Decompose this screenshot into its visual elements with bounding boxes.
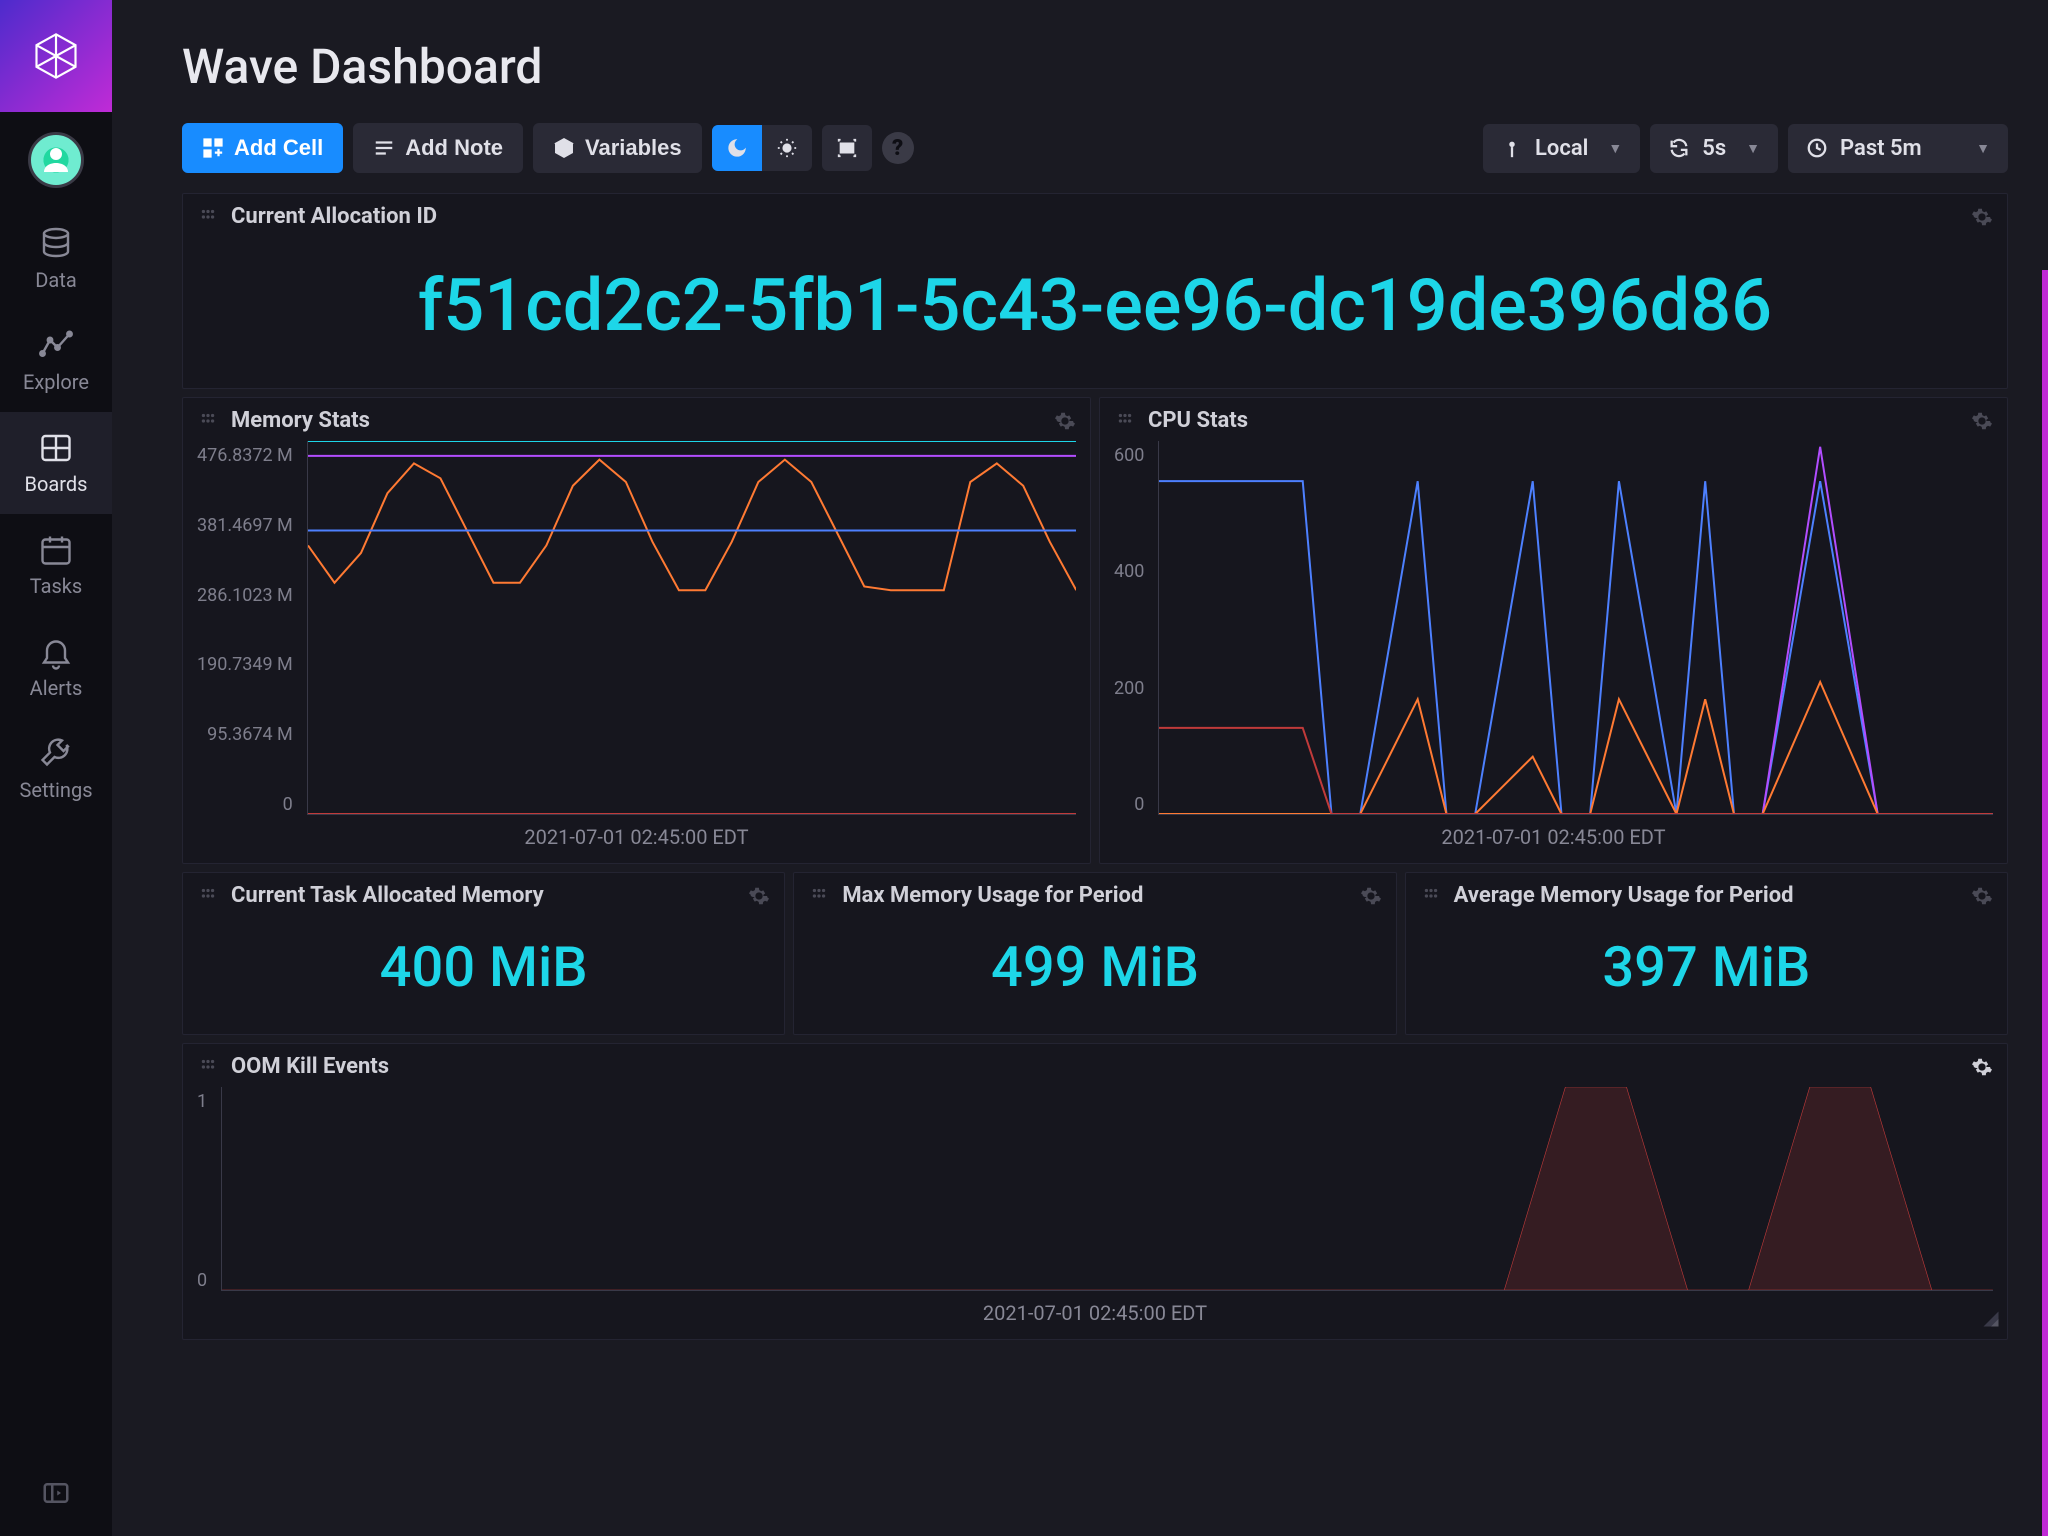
- dark-mode-button[interactable]: [712, 125, 762, 171]
- xaxis-label: 2021-07-01 02:45:00 EDT: [183, 1297, 2007, 1339]
- cell-title: Current Task Allocated Memory: [231, 883, 544, 908]
- cell-cpu-stats: CPU Stats 6004002000 2021-07-01 02:45:00…: [1099, 397, 2008, 864]
- allocation-id-value: f51cd2c2-5fb1-5c43-ee96-dc19de396d86: [183, 237, 2007, 388]
- cell-title: Current Allocation ID: [231, 204, 437, 229]
- cell-allocation-id: Current Allocation ID f51cd2c2-5fb1-5c43…: [182, 193, 2008, 389]
- memory-stats-chart[interactable]: [307, 441, 1076, 815]
- cell-memory-stats: Memory Stats 476.8372 M381.4697 M286.102…: [182, 397, 1091, 864]
- variables-button[interactable]: Variables: [533, 123, 702, 173]
- refresh-dropdown[interactable]: 5s ▼: [1650, 124, 1778, 173]
- drag-handle-icon[interactable]: [197, 1056, 219, 1078]
- cell-title: Max Memory Usage for Period: [842, 883, 1143, 908]
- cell-title: Average Memory Usage for Period: [1454, 883, 1794, 908]
- cell-settings-button[interactable]: [1360, 885, 1382, 907]
- xaxis-label: 2021-07-01 02:45:00 EDT: [183, 821, 1090, 863]
- cell-title: OOM Kill Events: [231, 1054, 389, 1079]
- cell-settings-button[interactable]: [748, 885, 770, 907]
- drag-handle-icon[interactable]: [1420, 885, 1442, 907]
- cell-title: Memory Stats: [231, 408, 370, 433]
- cell-max-memory: Max Memory Usage for Period 499 MiB: [793, 872, 1396, 1035]
- sidebar-item-label: Alerts: [30, 676, 83, 700]
- chevron-down-icon: ▼: [1608, 140, 1622, 157]
- cell-title: CPU Stats: [1148, 408, 1248, 433]
- sidebar-item-boards[interactable]: Boards: [0, 412, 112, 514]
- yaxis-labels: 476.8372 M381.4697 M286.1023 M190.7349 M…: [197, 441, 299, 815]
- drag-handle-icon[interactable]: [197, 206, 219, 228]
- sidebar: Data Explore Boards Tasks Alerts Setting…: [0, 0, 112, 1536]
- drag-handle-icon[interactable]: [197, 410, 219, 432]
- cell-settings-button[interactable]: [1971, 885, 1993, 907]
- main: Wave Dashboard Add Cell Add Note Variabl…: [112, 0, 2048, 1536]
- sidebar-item-explore[interactable]: Explore: [0, 310, 112, 412]
- chevron-down-icon: ▼: [1976, 140, 1990, 157]
- resize-handle-icon[interactable]: [1971, 1299, 2001, 1333]
- sidebar-item-data[interactable]: Data: [0, 208, 112, 310]
- timerange-label: Past 5m: [1840, 136, 1922, 161]
- app-logo[interactable]: [0, 0, 112, 112]
- light-mode-button[interactable]: [762, 125, 812, 171]
- add-cell-button[interactable]: Add Cell: [182, 123, 343, 173]
- dashboard-grid: Current Allocation ID f51cd2c2-5fb1-5c43…: [182, 193, 2048, 1340]
- cell-settings-button[interactable]: [1971, 206, 1993, 228]
- add-note-button[interactable]: Add Note: [353, 123, 523, 173]
- source-dropdown[interactable]: Local ▼: [1483, 124, 1640, 173]
- avatar[interactable]: [28, 132, 84, 188]
- sidebar-item-tasks[interactable]: Tasks: [0, 514, 112, 616]
- cell-oom-events: OOM Kill Events 10 2021-07-01 02:45:00 E…: [182, 1043, 2008, 1340]
- drag-handle-icon[interactable]: [1114, 410, 1136, 432]
- sidebar-item-label: Tasks: [30, 574, 83, 598]
- page-title: Wave Dashboard: [182, 0, 2048, 123]
- stat-value: 400 MiB: [183, 916, 784, 1034]
- timerange-dropdown[interactable]: Past 5m ▼: [1788, 124, 2008, 173]
- cell-settings-button[interactable]: [1054, 410, 1076, 432]
- drag-handle-icon[interactable]: [808, 885, 830, 907]
- variables-label: Variables: [585, 135, 682, 161]
- chevron-down-icon: ▼: [1746, 140, 1760, 157]
- refresh-label: 5s: [1702, 136, 1726, 161]
- help-button[interactable]: ?: [882, 132, 914, 164]
- cell-settings-button[interactable]: [1971, 410, 1993, 432]
- cpu-stats-chart[interactable]: [1158, 441, 1993, 815]
- sidebar-item-alerts[interactable]: Alerts: [0, 616, 112, 718]
- cell-settings-button[interactable]: [1971, 1056, 1993, 1078]
- sidebar-item-label: Boards: [25, 472, 88, 496]
- sidebar-item-settings[interactable]: Settings: [0, 718, 112, 820]
- stat-value: 397 MiB: [1406, 916, 2007, 1034]
- theme-toggle: [712, 125, 812, 171]
- yaxis-labels: 6004002000: [1114, 441, 1150, 815]
- sidebar-item-label: Explore: [23, 370, 89, 394]
- xaxis-label: 2021-07-01 02:45:00 EDT: [1100, 821, 2007, 863]
- sidebar-collapse-button[interactable]: [41, 1454, 71, 1536]
- add-cell-label: Add Cell: [234, 135, 323, 161]
- toolbar: Add Cell Add Note Variables ?: [182, 123, 2048, 193]
- cell-avg-memory: Average Memory Usage for Period 397 MiB: [1405, 872, 2008, 1035]
- stat-value: 499 MiB: [794, 916, 1395, 1034]
- source-label: Local: [1535, 136, 1588, 161]
- drag-handle-icon[interactable]: [197, 885, 219, 907]
- yaxis-labels: 10: [197, 1087, 213, 1291]
- sidebar-item-label: Settings: [19, 778, 92, 802]
- cell-task-allocated-memory: Current Task Allocated Memory 400 MiB: [182, 872, 785, 1035]
- add-note-label: Add Note: [405, 135, 503, 161]
- fullscreen-button[interactable]: [822, 125, 872, 171]
- sidebar-item-label: Data: [35, 268, 76, 292]
- oom-chart[interactable]: [221, 1087, 1993, 1291]
